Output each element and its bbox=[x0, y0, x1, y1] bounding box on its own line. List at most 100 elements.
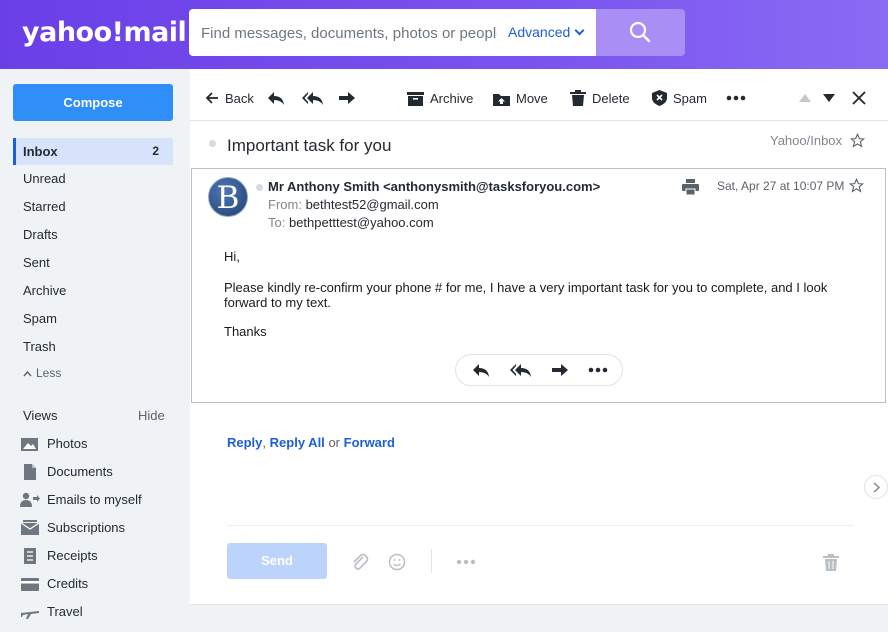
search-box: Advanced bbox=[189, 9, 596, 56]
sender-name[interactable]: Mr Anthony Smith <anthonysmith@tasksfory… bbox=[268, 179, 600, 194]
spam-label: Spam bbox=[673, 90, 707, 106]
arrow-left-icon bbox=[205, 92, 218, 104]
sidebar-item-inbox[interactable]: Inbox 2 bbox=[13, 138, 173, 165]
reply-all-icon bbox=[302, 92, 323, 105]
sender-status-dot bbox=[256, 184, 263, 191]
emoji-icon[interactable] bbox=[388, 553, 406, 571]
search-input[interactable] bbox=[201, 21, 497, 45]
bottom-strip bbox=[190, 604, 888, 632]
reply-all-link[interactable]: Reply All bbox=[270, 435, 325, 450]
compose-button[interactable]: Compose bbox=[13, 84, 173, 121]
sidebar-item-label: Sent bbox=[23, 255, 50, 270]
view-item-travel[interactable]: Travel bbox=[20, 601, 185, 627]
inline-reply-links: Reply, Reply All or Forward bbox=[227, 435, 395, 450]
view-item-label: Receipts bbox=[47, 548, 98, 563]
to-line: To: bethpetttest@yahoo.com bbox=[268, 215, 434, 230]
from-line: From: bethtest52@gmail.com bbox=[268, 197, 439, 212]
more-horizontal-icon[interactable] bbox=[456, 559, 476, 565]
sidebar-item-drafts[interactable]: Drafts bbox=[13, 221, 173, 248]
sender-avatar: B bbox=[208, 177, 248, 217]
more-horizontal-icon[interactable] bbox=[588, 367, 608, 373]
or-separator: or bbox=[328, 435, 340, 450]
archive-icon bbox=[407, 91, 424, 106]
to-address[interactable]: bethpetttest@yahoo.com bbox=[289, 215, 434, 230]
plane-icon bbox=[21, 610, 39, 619]
view-item-receipts[interactable]: Receipts bbox=[20, 545, 185, 571]
sidebar-item-label: Trash bbox=[23, 339, 56, 354]
star-icon[interactable] bbox=[849, 178, 864, 193]
expand-panel-button[interactable] bbox=[864, 475, 888, 499]
sidebar-item-spam[interactable]: Spam bbox=[13, 305, 173, 332]
view-item-subscriptions[interactable]: Subscriptions bbox=[20, 517, 185, 543]
sidebar-item-label: Starred bbox=[23, 199, 66, 214]
sidebar-item-unread[interactable]: Unread bbox=[13, 165, 173, 192]
reply-icon[interactable] bbox=[472, 362, 490, 378]
from-label: From: bbox=[268, 197, 302, 212]
unread-count-badge: 2 bbox=[152, 144, 159, 158]
toolbar-separator bbox=[431, 549, 432, 573]
reply-all-icon[interactable] bbox=[510, 362, 532, 378]
subscriptions-icon bbox=[20, 519, 40, 535]
sidebar-item-trash[interactable]: Trash bbox=[13, 333, 173, 360]
forward-icon bbox=[339, 92, 355, 104]
yahoo-mail-logo[interactable]: yahoo!mail bbox=[22, 17, 187, 48]
next-message-button[interactable] bbox=[823, 87, 841, 109]
view-item-documents[interactable]: Documents bbox=[20, 461, 185, 487]
sidebar-item-label: Drafts bbox=[23, 227, 58, 242]
view-item-credits[interactable]: Credits bbox=[20, 573, 185, 599]
reply-all-button[interactable] bbox=[302, 87, 330, 109]
spam-button[interactable]: Spam bbox=[652, 87, 707, 109]
chevron-up-icon bbox=[23, 370, 32, 377]
move-button[interactable]: Move bbox=[493, 87, 548, 109]
reply-separator: , bbox=[262, 435, 267, 450]
discard-draft-trash-icon[interactable] bbox=[823, 554, 839, 571]
person-arrow-icon bbox=[20, 492, 40, 507]
search-button[interactable] bbox=[596, 9, 685, 56]
less-label: Less bbox=[36, 366, 62, 380]
sidebar-item-sent[interactable]: Sent bbox=[13, 249, 173, 276]
hide-views-button[interactable]: Hide bbox=[138, 408, 165, 423]
message-pane: Back Archive Move Delete Spam Important … bbox=[190, 69, 888, 604]
from-address[interactable]: bethtest52@gmail.com bbox=[306, 197, 439, 212]
view-item-emails-to-myself[interactable]: Emails to myself bbox=[20, 489, 185, 515]
search-icon bbox=[629, 21, 651, 43]
receipt-icon bbox=[24, 547, 36, 564]
forward-icon[interactable] bbox=[551, 362, 569, 378]
sidebar-item-archive[interactable]: Archive bbox=[13, 277, 173, 304]
advanced-label: Advanced bbox=[508, 24, 571, 40]
document-icon bbox=[24, 463, 36, 480]
back-button[interactable]: Back bbox=[205, 87, 254, 109]
close-message-button[interactable] bbox=[852, 87, 872, 109]
forward-link[interactable]: Forward bbox=[344, 435, 395, 450]
attachment-icon[interactable] bbox=[351, 553, 369, 571]
triangle-up-icon bbox=[799, 94, 811, 102]
archive-button[interactable]: Archive bbox=[407, 87, 473, 109]
message-closing: Thanks bbox=[224, 324, 267, 339]
message-card: B Mr Anthony Smith <anthonysmith@tasksfo… bbox=[191, 168, 886, 403]
sidebar-item-starred[interactable]: Starred bbox=[13, 193, 173, 220]
compose-divider bbox=[227, 525, 854, 526]
sidebar-item-label: Spam bbox=[23, 311, 57, 326]
close-icon bbox=[852, 91, 866, 105]
more-actions-button[interactable] bbox=[726, 87, 752, 109]
sidebar-item-label: Unread bbox=[23, 171, 66, 186]
previous-message-button[interactable] bbox=[799, 87, 817, 109]
view-item-label: Travel bbox=[47, 604, 83, 619]
reply-icon bbox=[268, 92, 284, 105]
view-item-label: Subscriptions bbox=[47, 520, 126, 535]
view-item-photos[interactable]: Photos bbox=[20, 433, 185, 459]
print-icon[interactable] bbox=[682, 179, 699, 195]
star-icon[interactable] bbox=[850, 133, 865, 148]
delete-button[interactable]: Delete bbox=[570, 87, 630, 109]
read-status-dot[interactable] bbox=[209, 140, 216, 147]
move-label: Move bbox=[516, 90, 548, 106]
forward-button[interactable] bbox=[338, 87, 362, 109]
message-quick-actions bbox=[455, 354, 623, 386]
reply-button[interactable] bbox=[267, 87, 291, 109]
message-date: Sat, Apr 27 at 10:07 PM bbox=[717, 179, 845, 193]
send-button[interactable]: Send bbox=[227, 543, 327, 579]
less-toggle[interactable]: Less bbox=[23, 366, 61, 380]
advanced-search-button[interactable]: Advanced bbox=[508, 24, 585, 40]
back-label: Back bbox=[225, 90, 254, 106]
reply-link[interactable]: Reply bbox=[227, 435, 262, 450]
